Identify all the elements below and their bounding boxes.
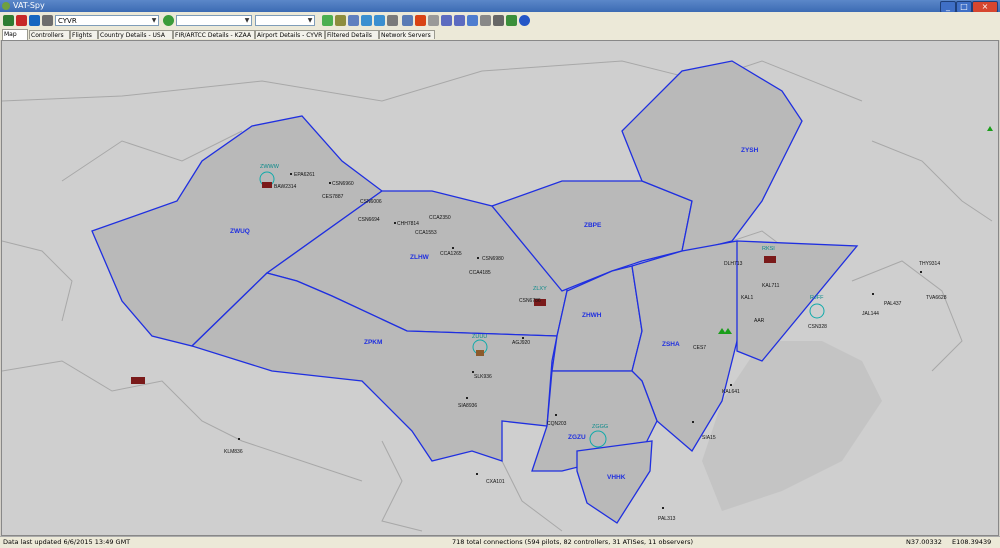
text-label-icon[interactable] [454,15,465,26]
flight-label[interactable]: CCA4185 [469,270,491,276]
flight-label[interactable]: CHH7814 [397,221,419,227]
flight-label[interactable]: EPA6261 [294,172,315,178]
flight-label[interactable]: SLK936 [474,374,492,380]
chevron-down-icon[interactable]: ▼ [150,16,158,25]
grid-icon[interactable] [428,15,439,26]
airport-label-zlxy[interactable]: ZLXY [533,286,547,292]
status-coord-e: E108.39439 [952,538,992,546]
print-icon[interactable] [493,15,504,26]
sector-label-zhwh: ZHWH [582,312,602,319]
tab-filtered-details[interactable]: Filtered Details [325,30,379,39]
title-bar: VAT-Spy _ □ × [0,0,1000,13]
flight-label[interactable]: PAL313 [658,516,676,522]
fir-sectors [91,60,803,524]
map-view[interactable]: ZWUQ ZLHW ZPKM ZBPE ZYSH ZSHA ZHWH ZGZU … [1,40,999,536]
tab-flights[interactable]: Flights [70,30,98,39]
sector-vhhk [576,440,653,524]
zoom-in-icon[interactable] [441,15,452,26]
tab-map[interactable]: Map [2,29,28,40]
flight-label[interactable]: CES7887 [322,194,344,200]
airport-label-zggg[interactable]: ZGGG [592,424,608,430]
flight-label[interactable]: CCA1553 [415,230,437,236]
flight-label[interactable]: CSN6694 [358,217,380,223]
flight-label[interactable]: DLH713 [724,261,743,267]
sector-label-vhhk: VHHK [607,474,626,481]
tab-airport-details[interactable]: Airport Details - CYVR [255,30,325,39]
settings-icon[interactable] [480,15,491,26]
flightplan-icon[interactable] [348,15,359,26]
status-coord-n: N37.00332 [906,538,942,546]
airport-label-rksi[interactable]: RKSI [762,246,775,252]
server-combo[interactable]: ▼ [255,15,315,26]
go-icon[interactable] [163,15,174,26]
airport-label-zuuu[interactable]: ZUUU [472,334,487,340]
flight-label[interactable]: KAL641 [722,389,740,395]
flight-label[interactable]: THY9314 [919,261,940,267]
flight-label[interactable]: JAL144 [862,311,879,317]
flight-label[interactable]: PAL437 [884,301,902,307]
flight-label[interactable]: CCA1265 [440,251,462,257]
flight-label[interactable]: AAR [754,318,765,324]
back-icon[interactable] [361,15,372,26]
tab-network-servers[interactable]: Network Servers [379,30,435,39]
flight-label[interactable]: CES7 [693,345,706,351]
sector-label-zbpe: ZBPE [584,222,602,229]
flight-label[interactable]: CQN203 [547,421,567,427]
flight-label[interactable]: BAW2314 [274,184,297,190]
flight-label[interactable]: CSN6786 [519,298,541,304]
flight-label[interactable]: AGJ920 [512,340,530,346]
airport-label-zwww[interactable]: ZWWW [260,164,280,170]
flight-label[interactable]: CXA101 [486,479,505,485]
airport-filter-icon[interactable] [402,15,413,26]
flight-label[interactable]: KAL1 [741,295,753,301]
tab-controllers[interactable]: Controllers [29,30,70,39]
app-icon [2,2,10,10]
flight-label[interactable]: SIA15 [702,435,716,441]
find-icon[interactable] [42,15,53,26]
flight-label[interactable]: CSN6006 [360,199,382,205]
flight-label[interactable]: CCA2350 [429,215,451,221]
sector-label-zysh: ZYSH [741,147,759,154]
toolbar: CYVR ▼ ▼ ▼ [0,12,1000,31]
sector-label-zgzu: ZGZU [568,434,586,441]
flight-label[interactable]: KLM836 [224,449,243,455]
tab-strip: Map Controllers Flights Country Details … [0,29,1000,40]
atc-icon[interactable] [335,15,346,26]
center-map-icon[interactable] [467,15,478,26]
flight-label[interactable]: SIA8936 [458,403,477,409]
map-canvas[interactable]: ZWUQ ZLHW ZPKM ZBPE ZYSH ZSHA ZHWH ZGZU … [2,41,998,535]
disconnect-icon[interactable] [16,15,27,26]
flight-label[interactable]: CSN6960 [332,181,354,187]
chevron-down-icon[interactable]: ▼ [306,16,314,25]
fir-filter-icon[interactable] [415,15,426,26]
sector-label-zwuq: ZWUQ [230,228,250,235]
flight-label[interactable]: TVA6628 [926,295,947,301]
tab-country-details[interactable]: Country Details - USA [98,30,173,39]
callsign-value: CYVR [58,17,77,25]
filter-combo[interactable]: ▼ [176,15,252,26]
status-updated: Data last updated 6/6/2015 13:49 GMT [3,538,131,546]
flight-label[interactable]: CSN6980 [482,256,504,262]
sector-label-zsha: ZSHA [662,341,680,348]
callsign-combo[interactable]: CYVR ▼ [55,15,159,26]
flight-label[interactable]: KAL711 [762,283,780,289]
refresh-icon[interactable] [29,15,40,26]
tab-fir-details[interactable]: FIR/ARTCC Details - KZAA [173,30,255,39]
window-title: VAT-Spy [13,1,45,10]
status-connections: 718 total connections (594 pilots, 82 co… [452,538,694,546]
connect-icon[interactable] [3,15,14,26]
help-icon[interactable] [519,15,530,26]
status-bar: Data last updated 6/6/2015 13:49 GMT 718… [0,536,1000,548]
sector-label-zlhw: ZLHW [410,254,430,261]
chevron-down-icon[interactable]: ▼ [243,16,251,25]
stats-icon[interactable] [506,15,517,26]
layer-icon[interactable] [387,15,398,26]
pilots-icon[interactable] [322,15,333,26]
airport-label-rjff[interactable]: RJFF [810,295,824,301]
sector-label-zpkm: ZPKM [364,339,382,346]
forward-icon[interactable] [374,15,385,26]
flight-label[interactable]: CSN328 [808,324,827,330]
